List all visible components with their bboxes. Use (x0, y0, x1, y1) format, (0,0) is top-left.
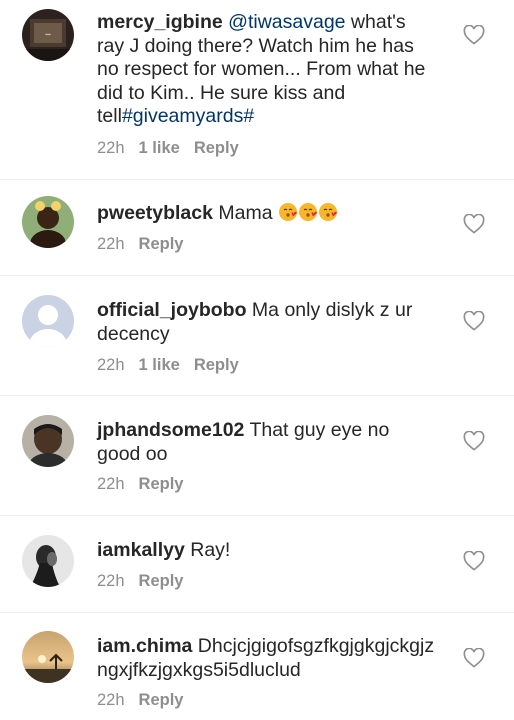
comment-meta: 22h Reply (97, 571, 197, 591)
comment-text: official_joybobo Ma only dislyk z ur dec… (97, 299, 437, 346)
heart-outline-icon[interactable] (463, 431, 485, 451)
kissing-face-with-heart-icon (279, 203, 298, 221)
comment-text: jphandsome102 That guy eye no good oo (97, 419, 437, 466)
comment-time: 22h (97, 235, 125, 253)
comment-meta: 22h 1 like Reply (97, 355, 253, 375)
comment-time: 22h (97, 139, 125, 157)
reply-button[interactable]: Reply (139, 572, 184, 590)
comment-meta: 22h Reply (97, 234, 197, 254)
divider (0, 395, 514, 396)
heart-outline-icon[interactable] (463, 551, 485, 571)
comment-likes[interactable]: 1 like (139, 139, 180, 157)
divider (0, 275, 514, 276)
comment-text: mercy_igbine @tiwasavage what's ray J do… (97, 11, 437, 129)
avatar[interactable]: ▪▪▪ (22, 9, 74, 61)
svg-text:▪▪▪: ▪▪▪ (45, 32, 51, 38)
heart-outline-icon[interactable] (463, 648, 485, 668)
avatar[interactable] (22, 415, 74, 467)
comment-likes[interactable]: 1 like (139, 356, 180, 374)
heart-outline-icon[interactable] (463, 311, 485, 331)
mention-link[interactable]: @tiwasavage (228, 11, 345, 33)
comment-text: iam.chima Dhcjcjgigofsgzfkgjgkgjckgjz ng… (97, 635, 437, 682)
comment-meta: 22h 1 like Reply (97, 138, 253, 158)
comment-body: Mama (212, 202, 273, 224)
reply-button[interactable]: Reply (194, 356, 239, 374)
reply-button[interactable]: Reply (194, 139, 239, 157)
comment-text: pweetyblack Mama (97, 202, 437, 226)
avatar[interactable] (22, 295, 74, 347)
comment-body: Ray! (184, 539, 231, 561)
reply-button[interactable]: Reply (139, 475, 184, 493)
comment-time: 22h (97, 691, 125, 709)
avatar[interactable] (22, 196, 74, 248)
comment-time: 22h (97, 356, 125, 374)
comment-username[interactable]: official_joybobo (97, 299, 247, 321)
comment-meta: 22h Reply (97, 690, 197, 710)
comment-username[interactable]: iam.chima (97, 635, 192, 657)
comment-time: 22h (97, 475, 125, 493)
reply-button[interactable]: Reply (139, 691, 184, 709)
comment-text: iamkallyy Ray! (97, 539, 437, 563)
divider (0, 179, 514, 180)
divider (0, 612, 514, 613)
kissing-face-with-heart-icon (299, 203, 318, 221)
comment-username[interactable]: pweetyblack (97, 202, 213, 224)
comment-username[interactable]: mercy_igbine (97, 11, 223, 33)
comment-username[interactable]: jphandsome102 (97, 419, 244, 441)
comment-username[interactable]: iamkallyy (97, 539, 185, 561)
kissing-face-with-heart-icon (319, 203, 338, 221)
divider (0, 515, 514, 516)
avatar[interactable] (22, 631, 74, 683)
heart-outline-icon[interactable] (463, 214, 485, 234)
hashtag-link[interactable]: #giveamyards# (122, 105, 254, 127)
heart-outline-icon[interactable] (463, 25, 485, 45)
avatar[interactable] (22, 535, 74, 587)
comment-time: 22h (97, 572, 125, 590)
reply-button[interactable]: Reply (139, 235, 184, 253)
comment-meta: 22h Reply (97, 474, 197, 494)
